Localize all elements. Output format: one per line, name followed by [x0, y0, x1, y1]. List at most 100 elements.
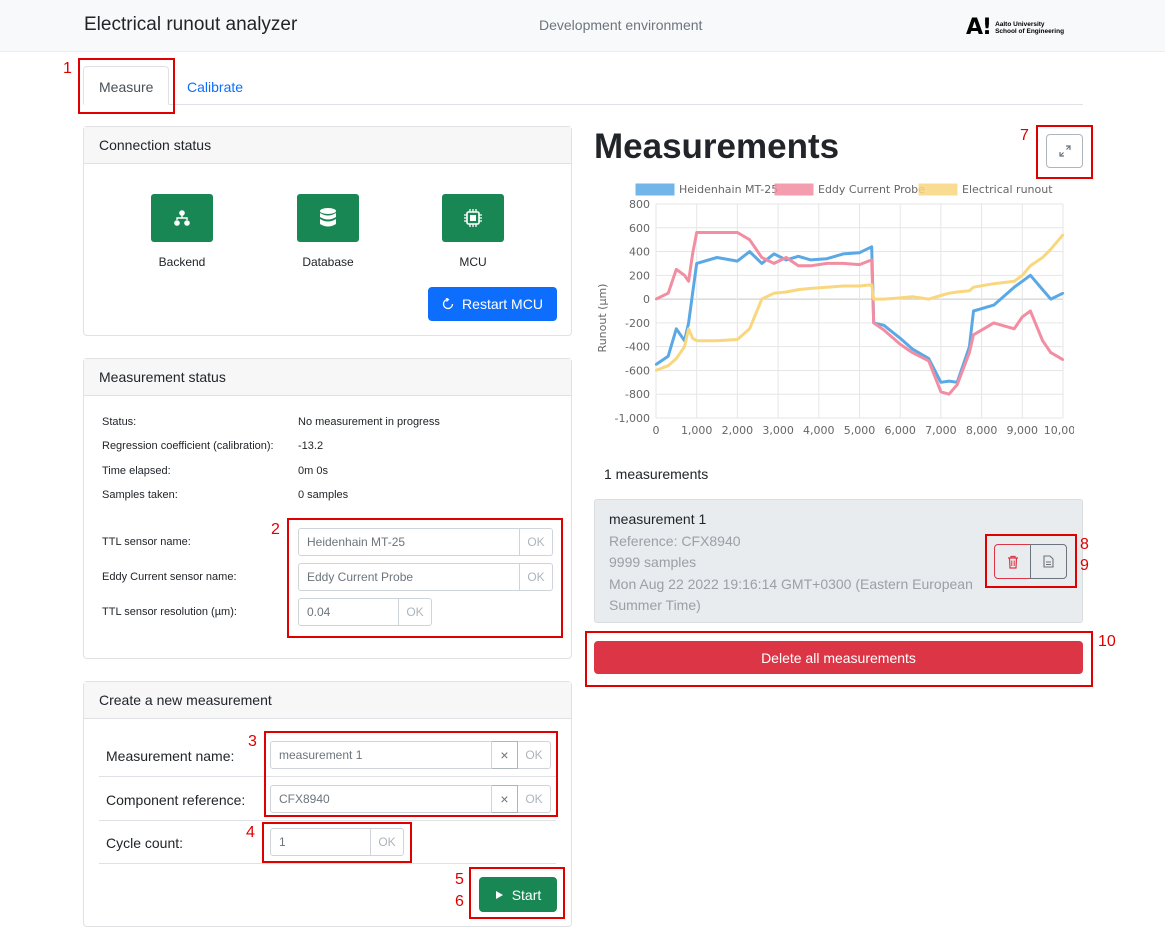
data-point [858, 284, 861, 288]
data-point [691, 252, 694, 256]
data-point [947, 379, 951, 383]
data-point [667, 364, 670, 367]
data-point [760, 256, 764, 259]
data-point [1012, 280, 1016, 283]
annotation-box-2 [287, 518, 563, 638]
annotation-box-8-9 [985, 534, 1077, 588]
connection-status-title: Connection status [84, 127, 571, 164]
x-tick-label: 1,000 [681, 424, 713, 437]
data-point [992, 303, 996, 307]
y-tick-label: -200 [625, 317, 650, 330]
data-point [842, 284, 845, 288]
chart-y-axis-label: Runout (µm) [596, 284, 609, 353]
data-point [870, 245, 873, 248]
data-point [911, 347, 914, 351]
data-point [842, 262, 845, 265]
status-mcu: MCU [442, 194, 506, 269]
x-tick-label: 7,000 [925, 424, 957, 437]
annotation-label-2: 2 [271, 521, 280, 538]
data-point [1049, 297, 1052, 301]
annotation-label-5: 5 [455, 871, 464, 888]
data-point [772, 291, 776, 295]
data-point [947, 393, 951, 396]
measurement-item-date-line2: Summer Time) [609, 597, 701, 613]
y-tick-label: 400 [629, 246, 650, 259]
data-point [955, 383, 959, 386]
measurement-count: 1 measurements [604, 466, 709, 482]
legend-item-2[interactable]: Electrical runout [918, 183, 1053, 196]
data-point [683, 274, 686, 277]
data-point [842, 252, 845, 256]
legend-swatch [918, 183, 958, 196]
data-point [695, 231, 698, 234]
annotation-label-3: 3 [248, 733, 257, 750]
data-point [667, 354, 670, 358]
data-point [1029, 264, 1032, 268]
y-tick-label: -800 [625, 388, 650, 401]
status-backend: Backend [151, 194, 215, 269]
measurement-item-samples: 9999 samples [609, 554, 697, 570]
annotation-box-1 [78, 58, 175, 114]
data-point [1061, 233, 1065, 237]
data-point [899, 337, 902, 340]
chart-grid [655, 203, 1064, 419]
main-tabs: Measure Calibrate [83, 66, 1083, 105]
data-point [715, 256, 719, 259]
data-point [1041, 256, 1044, 259]
time-elapsed-value: 0m 0s [298, 465, 328, 477]
x-tick-label: 3,000 [762, 424, 794, 437]
annotation-label-4: 4 [246, 824, 255, 841]
data-point [992, 282, 996, 285]
annotation-label-7: 7 [1020, 127, 1029, 144]
x-tick-label: 9,000 [1007, 424, 1039, 437]
data-point [695, 339, 698, 342]
data-point [785, 290, 788, 294]
university-logo: A! Aalto University School of Engineerin… [966, 15, 1064, 40]
data-point [760, 297, 764, 301]
logo-line2: School of Engineering [995, 27, 1065, 35]
y-tick-label: 600 [629, 222, 650, 235]
annotation-box-10 [585, 631, 1093, 687]
data-point [825, 286, 829, 289]
data-point [675, 327, 678, 331]
restart-mcu-button[interactable]: Restart MCU [428, 287, 557, 321]
measurement-name-label: Measurement name: [106, 748, 235, 764]
ttl-resolution-label: TTL sensor resolution (µm): [102, 606, 237, 618]
data-point [899, 296, 902, 300]
app-title[interactable]: Electrical runout analyzer [84, 14, 297, 36]
data-point [691, 291, 694, 295]
database-icon [297, 194, 359, 242]
legend-item-0[interactable]: Heidenhain MT-25 [635, 183, 778, 196]
data-point [1021, 274, 1024, 277]
data-point [939, 381, 943, 384]
data-point [715, 231, 719, 234]
data-point [772, 262, 776, 265]
status-label: Status: [102, 416, 137, 428]
data-point [675, 268, 678, 271]
data-point [858, 251, 861, 254]
data-point [1021, 280, 1024, 283]
data-point [872, 321, 875, 325]
chart-legend: Heidenhain MT-25 Eddy Current Probe Electr… [635, 183, 1053, 196]
data-point [654, 363, 658, 366]
x-tick-label: 6,000 [884, 424, 916, 437]
status-database: Database [297, 194, 361, 269]
data-point [947, 291, 951, 295]
data-point [972, 333, 975, 336]
status-backend-label: Backend [158, 255, 206, 269]
data-point [772, 252, 776, 256]
data-point [748, 327, 751, 331]
legend-item-1[interactable]: Eddy Current Probe [774, 183, 925, 196]
status-mcu-label: MCU [459, 255, 487, 269]
tab-calibrate[interactable]: Calibrate [171, 66, 259, 105]
data-point [748, 238, 751, 241]
measurements-heading: Measurements [594, 127, 840, 166]
samples-taken-value: 0 samples [298, 489, 349, 501]
annotation-box-4 [262, 822, 412, 863]
data-point [939, 294, 943, 297]
network-icon [151, 194, 213, 242]
data-point [927, 297, 930, 301]
x-tick-label: 4,000 [803, 424, 835, 437]
data-point [654, 369, 658, 372]
data-point [858, 263, 861, 266]
